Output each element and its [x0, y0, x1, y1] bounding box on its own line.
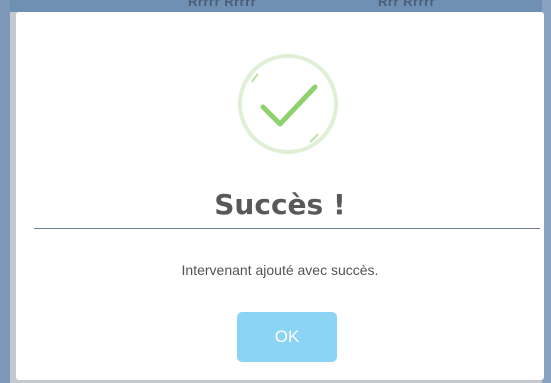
- dialog-title: Succès !: [214, 188, 346, 221]
- dialog-message: Intervenant ajouté avec succès.: [181, 262, 379, 278]
- header-bar: [0, 0, 551, 12]
- background-header-text: Rrr Rrrrr: [378, 0, 436, 9]
- left-edge-panel: [0, 0, 10, 383]
- background-header-text: Rrrrr Rrrrr: [188, 0, 257, 9]
- checkmark-success-icon: [236, 52, 340, 156]
- success-dialog: Succès ! Intervenant ajouté avec succès.…: [16, 12, 544, 380]
- ok-button[interactable]: OK: [237, 312, 337, 362]
- title-divider: [34, 228, 540, 229]
